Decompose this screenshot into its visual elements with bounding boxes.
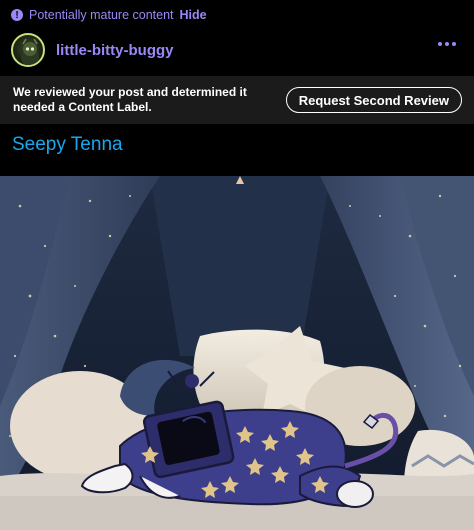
mature-content-text: Potentially mature content — [29, 8, 174, 22]
post-title[interactable]: Seepy Tenna — [12, 134, 123, 156]
avatar[interactable] — [11, 33, 45, 67]
more-options-icon[interactable] — [438, 42, 456, 46]
content-label-message: We reviewed your post and determined it … — [13, 85, 247, 114]
request-second-review-button[interactable]: Request Second Review — [285, 87, 462, 113]
content-label-banner: We reviewed your post and determined it … — [0, 76, 474, 124]
post-image[interactable] — [0, 176, 474, 530]
info-icon: ! — [11, 9, 23, 21]
username[interactable]: little-bitty-buggy — [56, 42, 173, 59]
hide-link[interactable]: Hide — [180, 8, 207, 22]
post-header: little-bitty-buggy — [0, 30, 474, 70]
mature-content-bar: ! Potentially mature content Hide — [0, 0, 474, 30]
